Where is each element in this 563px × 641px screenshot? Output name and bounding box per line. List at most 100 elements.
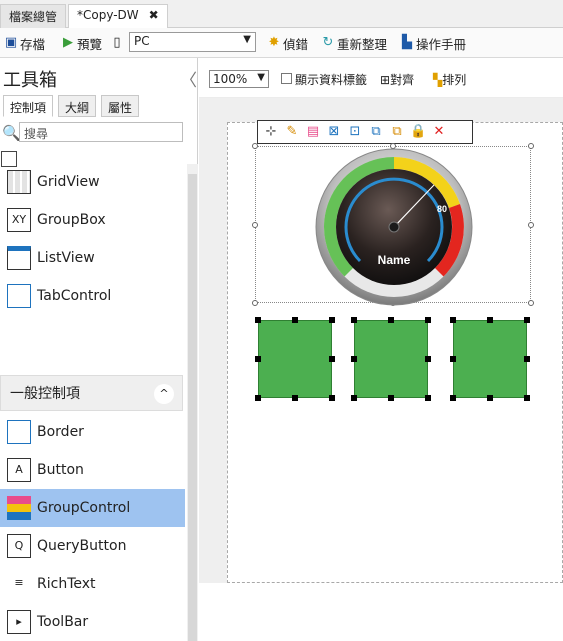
toolbox-item-toolbar[interactable]: ▸ ToolBar (0, 603, 185, 641)
panel-title: 工具箱 (3, 70, 57, 91)
resize-handle[interactable] (351, 317, 357, 323)
toolbox-item-querybutton[interactable]: Q QueryButton (0, 527, 185, 565)
edit-icon[interactable]: ✎ (284, 124, 300, 140)
toolbox-item-tabcontrol[interactable]: TabControl (0, 277, 185, 315)
main-toolbar: ▣ 存檔 ▶ 預覽 ▯ PC ▼ ✸ 偵錯 ↻ 重新整理 ▙ 操作手冊 (0, 28, 563, 58)
groupbox-icon: XY (7, 208, 31, 232)
group-control-box[interactable] (453, 320, 527, 398)
search-input[interactable]: 搜尋 (19, 122, 183, 142)
resize-handle[interactable] (528, 143, 534, 149)
collapse-icon[interactable]: 〈 (180, 66, 197, 91)
resize-handle[interactable] (388, 317, 394, 323)
gauge-control[interactable]: 80 Name (313, 148, 475, 310)
tab-file-explorer[interactable]: 檔案總管 (0, 4, 67, 28)
resize-handle[interactable] (255, 395, 261, 401)
resize-handle[interactable] (524, 395, 530, 401)
resize-handle[interactable] (252, 300, 258, 306)
resize-handle[interactable] (450, 395, 456, 401)
resize-handle[interactable] (252, 222, 258, 228)
resize-handle[interactable] (329, 395, 335, 401)
resize-handle[interactable] (528, 222, 534, 228)
button-icon: A (7, 458, 31, 482)
resize-handle[interactable] (425, 356, 431, 362)
toolbox-item-border[interactable]: Border (0, 413, 185, 451)
toolbox-scrollbar[interactable] (187, 164, 198, 641)
toolbox-item-button[interactable]: A Button (0, 451, 185, 489)
element-mini-toolbar: ⊹ ✎ ▤ ⊠ ⊡ ⧉ ⧉ 🔒 ✕ (257, 120, 473, 144)
resize-handle[interactable] (292, 395, 298, 401)
close-icon[interactable]: ✖ (149, 8, 159, 22)
save-button[interactable]: ▣ 存檔 (4, 33, 45, 53)
tabcontrol-icon (7, 284, 31, 308)
toolbox-item-listview[interactable]: ListView (0, 239, 185, 277)
gridview-icon (7, 170, 31, 194)
manual-button[interactable]: ▙ 操作手冊 (400, 33, 466, 53)
select-all-icon[interactable]: ⊹ (263, 124, 279, 140)
resize-handle[interactable] (255, 317, 261, 323)
show-labels-checkbox[interactable] (281, 73, 292, 84)
scrollbar-thumb[interactable] (188, 174, 197, 641)
gauge-tick-label: 80 (437, 204, 447, 214)
zoom-select[interactable]: 100% ▼ (209, 70, 269, 88)
group-control-box[interactable] (258, 320, 332, 398)
richtext-icon: ≡ (7, 572, 31, 596)
resize-handle[interactable] (487, 317, 493, 323)
preview-button[interactable]: ▶ 預覽 (61, 33, 102, 53)
copy-icon[interactable]: ⧉ (368, 124, 384, 140)
resize-handle[interactable] (524, 356, 530, 362)
group-icon[interactable]: ▤ (305, 124, 321, 140)
resize-handle[interactable] (351, 395, 357, 401)
groupcontrol-icon (7, 496, 31, 520)
paste-icon[interactable]: ⧉ (389, 124, 405, 140)
tab-copy-dw[interactable]: *Copy-DW ✖ (68, 4, 168, 28)
resize-handle[interactable] (252, 143, 258, 149)
resize-handle[interactable] (351, 356, 357, 362)
align-button[interactable]: ⊞對齊 (380, 71, 414, 88)
align-icon: ⊞ (380, 73, 391, 87)
gauge-hub (388, 221, 400, 233)
play-icon: ▶ (63, 35, 73, 50)
save-icon: ▣ (4, 35, 18, 50)
section-general-controls[interactable]: 一般控制項 ^ (0, 375, 183, 411)
resize-handle[interactable] (450, 317, 456, 323)
group-control-box[interactable] (354, 320, 428, 398)
arrange-icon: ▚ (433, 73, 443, 87)
chevron-down-icon: ▼ (243, 34, 251, 45)
resize-handle[interactable] (425, 317, 431, 323)
tab-controls[interactable]: 控制項 (3, 95, 54, 117)
select-icon[interactable]: ⊡ (347, 124, 363, 140)
toolbox-panel: 工具箱 〈 控制項 大綱 屬性 🔍 搜尋 GridView XY GroupBo… (0, 58, 198, 641)
book-icon: ▙ (402, 35, 412, 50)
delete-icon[interactable]: ✕ (431, 124, 447, 140)
debug-button[interactable]: ✸ 偵錯 (267, 33, 308, 53)
device-icon: ▯ (113, 35, 121, 50)
search-icon: 🔍 (2, 124, 21, 142)
bug-icon: ✸ (268, 35, 280, 50)
toolbox-item-groupcontrol[interactable]: GroupControl (0, 489, 185, 527)
refresh-icon: ↻ (322, 35, 334, 50)
platform-select[interactable]: PC ▼ (129, 32, 256, 52)
resize-handle[interactable] (524, 317, 530, 323)
toolbox-item-gridview[interactable]: GridView (0, 163, 185, 201)
chevron-up-icon[interactable]: ^ (154, 384, 174, 404)
lock-icon[interactable]: 🔒 (410, 124, 426, 140)
resize-handle[interactable] (487, 395, 493, 401)
toolbar-icon: ▸ (7, 610, 31, 634)
reorganize-button[interactable]: ↻ 重新整理 (321, 33, 387, 53)
resize-handle[interactable] (292, 317, 298, 323)
toolbox-item-richtext[interactable]: ≡ RichText (0, 565, 185, 603)
tab-label: *Copy-DW (77, 8, 139, 22)
resize-handle[interactable] (528, 300, 534, 306)
border-icon (7, 420, 31, 444)
resize-handle[interactable] (388, 395, 394, 401)
ungroup-icon[interactable]: ⊠ (326, 124, 342, 140)
resize-handle[interactable] (329, 356, 335, 362)
resize-handle[interactable] (329, 317, 335, 323)
tab-properties[interactable]: 屬性 (101, 95, 140, 117)
resize-handle[interactable] (425, 395, 431, 401)
toolbox-item-groupbox[interactable]: XY GroupBox (0, 201, 185, 239)
resize-handle[interactable] (450, 356, 456, 362)
resize-handle[interactable] (255, 356, 261, 362)
tab-outline[interactable]: 大綱 (58, 95, 97, 117)
arrange-button[interactable]: ▚排列 (433, 71, 466, 88)
